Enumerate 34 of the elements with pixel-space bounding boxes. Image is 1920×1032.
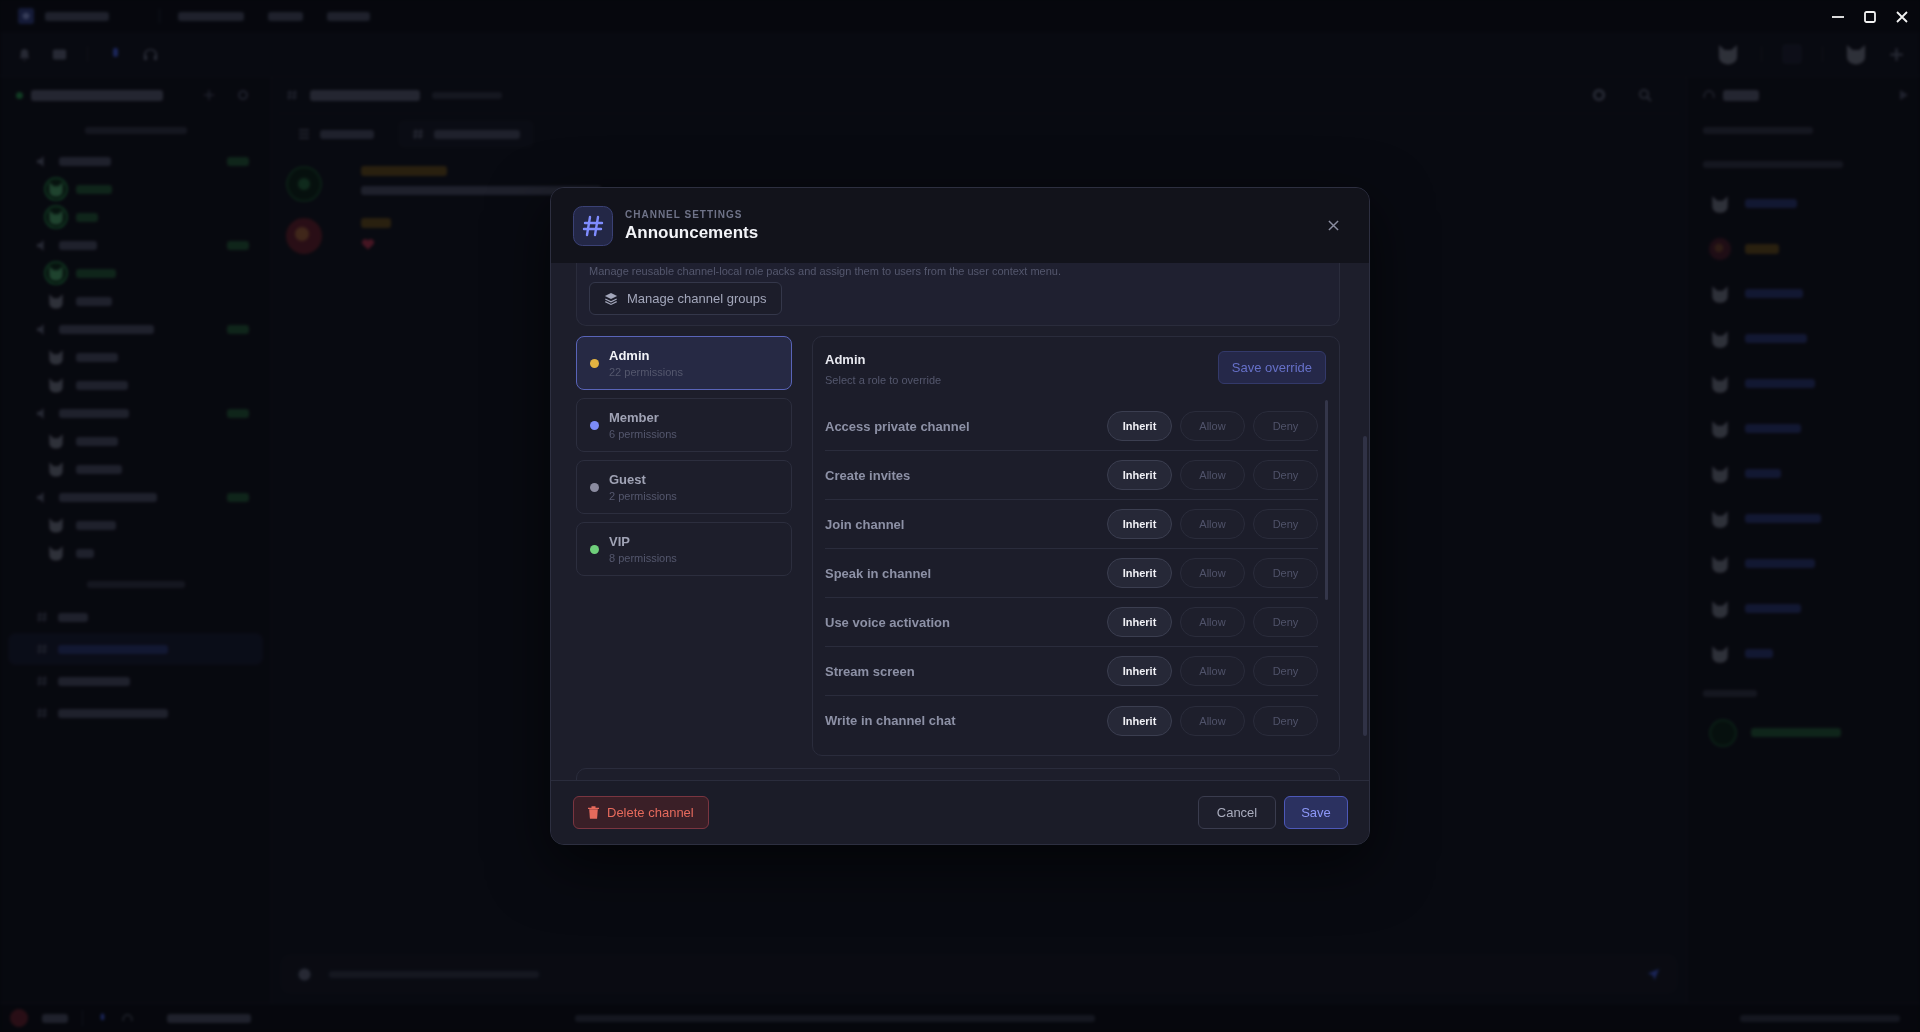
role-item[interactable]: Member 6 permissions [576, 398, 792, 452]
permission-label: Join channel [825, 516, 905, 532]
permission-label: Stream screen [825, 663, 915, 679]
hash-icon [573, 205, 613, 246]
layers-icon [604, 291, 618, 306]
maximize-icon [1864, 11, 1876, 23]
override-title: Admin [825, 351, 867, 369]
dialog-title: Announcements [625, 222, 759, 243]
override-hint: Select a role to override [825, 373, 942, 387]
permission-option-button[interactable]: Inherit [1107, 558, 1172, 588]
trash-icon [588, 806, 599, 819]
save-button[interactable]: Save [1284, 796, 1348, 829]
role-item[interactable]: Guest 2 permissions [576, 460, 792, 514]
close-icon [1896, 11, 1908, 23]
permission-label: Create invites [825, 467, 911, 483]
cancel-button[interactable]: Cancel [1198, 796, 1276, 829]
close-icon [1327, 220, 1339, 231]
permission-option-button[interactable]: Inherit [1107, 607, 1172, 637]
scrollbar-thumb[interactable] [1325, 400, 1328, 600]
role-item[interactable]: VIP 8 permissions [576, 522, 792, 576]
permission-option-button[interactable]: Inherit [1107, 509, 1172, 539]
delete-channel-button[interactable]: Delete channel [573, 796, 709, 829]
permission-label: Use voice activation [825, 614, 950, 630]
permission-option-button[interactable]: Inherit [1107, 411, 1172, 441]
permission-option-button[interactable]: Inherit [1107, 656, 1172, 686]
permission-option-button[interactable]: Inherit [1107, 460, 1172, 490]
permission-label: Write in channel chat [825, 713, 956, 728]
permission-option-button[interactable]: Inherit [1107, 705, 1172, 736]
manage-groups-button[interactable]: Manage channel groups [589, 282, 782, 315]
permission-label: Access private channel [825, 418, 970, 434]
minimize-icon [1832, 16, 1844, 18]
groups-description: Manage reusable channel-local role packs and assign them to users from the user context menu. [589, 264, 1063, 278]
permission-label: Speak in channel [825, 565, 932, 581]
dialog-eyebrow: CHANNEL SETTINGS [625, 208, 744, 220]
